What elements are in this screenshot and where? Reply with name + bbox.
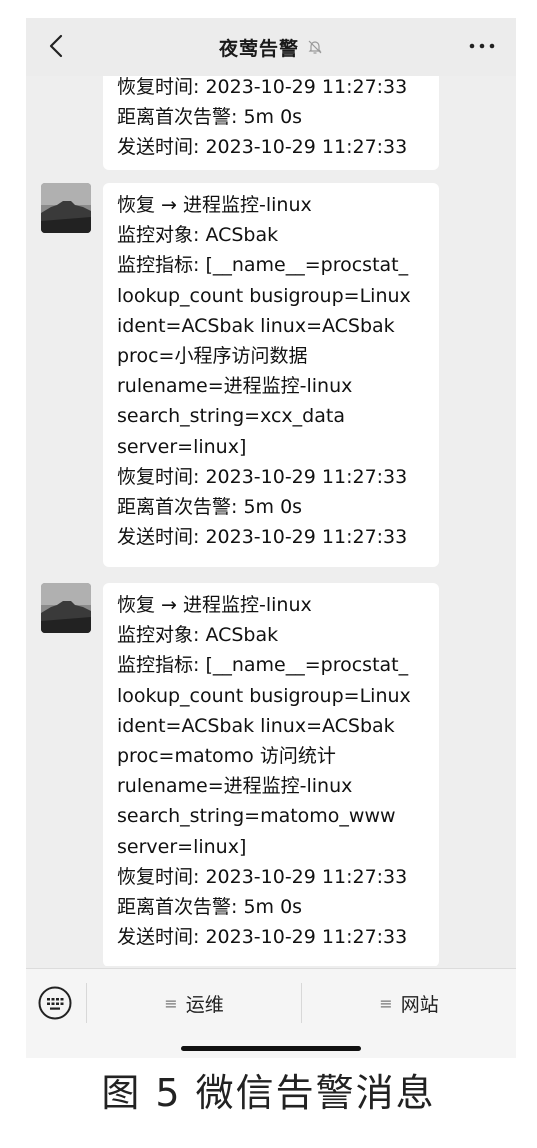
chevron-left-icon[interactable] <box>42 32 70 60</box>
message-line: proc=matomo 访问统计 <box>117 744 336 767</box>
chat-area[interactable]: 恢复时间: 2023-10-29 11:27:33 距离首次告警: 5m 0s … <box>26 76 516 966</box>
chat-title: 夜莺告警 <box>218 37 299 60</box>
message-line: server=linux] <box>117 835 247 858</box>
menu-button-ops[interactable]: ≡ 运维 <box>87 983 301 1023</box>
message-bubble[interactable]: 恢复时间: 2023-10-29 11:27:33 距离首次告警: 5m 0s … <box>103 76 439 170</box>
message-line: rulename=进程监控-linux <box>117 775 353 798</box>
message-line: search_string=xcx_data <box>117 405 345 428</box>
message-line: 恢复时间: 2023-10-29 11:27:33 <box>117 76 408 98</box>
home-indicator[interactable] <box>181 1046 361 1051</box>
avatar[interactable] <box>41 583 91 633</box>
menu-lines-icon: ≡ <box>379 993 393 1013</box>
message-line: server=linux] <box>117 435 247 458</box>
message-line: ident=ACSbak linux=ACSbak <box>117 714 395 737</box>
message-line: lookup_count busigroup=Linux <box>117 684 411 707</box>
menu-label-ops: 运维 <box>185 993 224 1016</box>
message-line: 恢复 → 进程监控-linux <box>117 194 312 216</box>
message-line: 发送时间: 2023-10-29 11:27:33 <box>117 526 408 549</box>
message-bubble[interactable]: 恢复 → 进程监控-linux 监控对象: ACSbak 监控指标: [__na… <box>103 583 439 966</box>
avatar[interactable] <box>41 183 91 233</box>
phone-screen: 夜莺告警 恢复时间: 2023-10-29 11:27:33 距离首次告警: 5… <box>26 18 516 1058</box>
message-line: 监控指标: [__name__=procstat_ <box>117 254 409 277</box>
menu-label-site: 网站 <box>400 993 439 1016</box>
message-line: 监控指标: [__name__=procstat_ <box>117 654 409 677</box>
message-line: 距离首次告警: 5m 0s <box>117 495 303 518</box>
message-bubble[interactable]: 恢复 → 进程监控-linux 监控对象: ACSbak 监控指标: [__na… <box>103 183 439 567</box>
keyboard-icon[interactable] <box>38 986 72 1020</box>
message-line: 距离首次告警: 5m 0s <box>117 895 303 918</box>
bottom-menu-bar: ≡ 运维 ≡ 网站 <box>26 968 516 1058</box>
nav-bar: 夜莺告警 <box>26 18 516 76</box>
message-line: 监控对象: ACSbak <box>117 624 279 647</box>
chat-title-group: 夜莺告警 <box>219 34 323 61</box>
message-line: rulename=进程监控-linux <box>117 375 353 398</box>
message-line: proc=小程序访问数据 <box>117 344 308 367</box>
message-line: lookup_count busigroup=Linux <box>117 284 411 307</box>
menu-lines-icon: ≡ <box>164 993 178 1013</box>
message-line: 恢复时间: 2023-10-29 11:27:33 <box>117 465 408 488</box>
message-line: search_string=matomo_www <box>117 805 396 828</box>
more-horizontal-icon[interactable] <box>466 32 498 60</box>
message-line: 恢复时间: 2023-10-29 11:27:33 <box>117 865 408 888</box>
bell-off-icon <box>307 39 323 55</box>
message-line: ident=ACSbak linux=ACSbak <box>117 314 395 337</box>
message-line: 发送时间: 2023-10-29 11:27:33 <box>117 136 408 159</box>
message-line: 恢复 → 进程监控-linux <box>117 594 312 616</box>
message-line: 发送时间: 2023-10-29 11:27:33 <box>117 926 408 949</box>
figure-caption: 图 5 微信告警消息 <box>101 1071 436 1115</box>
menu-button-site[interactable]: ≡ 网站 <box>302 983 516 1023</box>
message-line: 监控对象: ACSbak <box>117 224 279 247</box>
message-line: 距离首次告警: 5m 0s <box>117 106 303 129</box>
